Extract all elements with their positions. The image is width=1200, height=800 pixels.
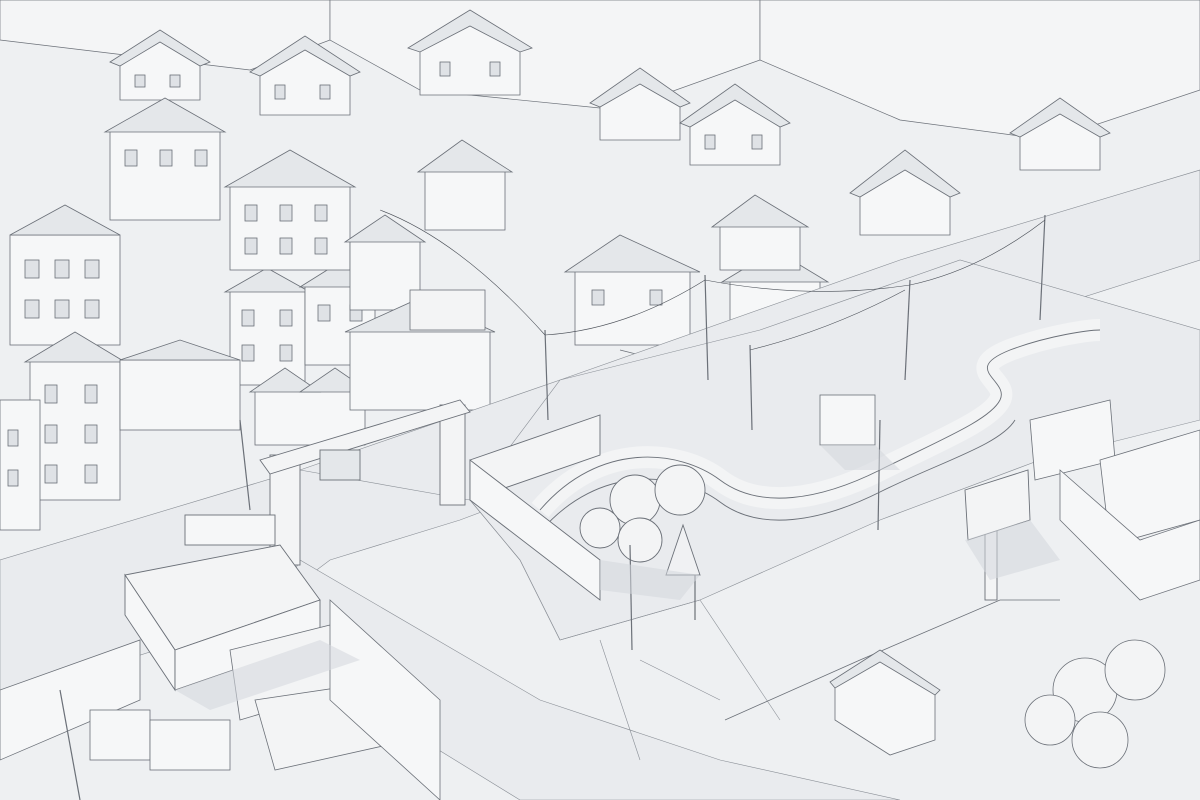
storage-dome — [1071, 711, 1129, 769]
storage-dome — [654, 464, 706, 516]
townhouse — [0, 399, 41, 531]
townhouse — [9, 204, 121, 346]
storage-dome — [1024, 694, 1076, 746]
storage-dome — [617, 517, 663, 563]
town-render-scene — [0, 0, 1200, 800]
storage-dome — [1104, 639, 1166, 701]
storage-dome — [579, 507, 621, 549]
